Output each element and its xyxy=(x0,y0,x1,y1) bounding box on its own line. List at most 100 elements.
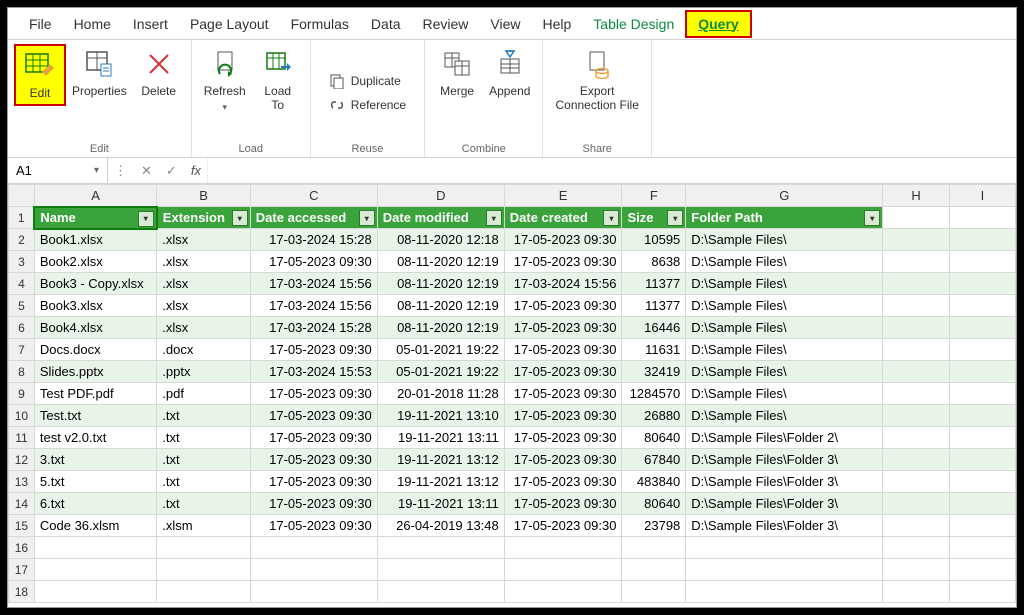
cell[interactable] xyxy=(883,427,950,449)
cell[interactable]: 05-01-2021 19:22 xyxy=(377,361,504,383)
cell[interactable] xyxy=(883,515,950,537)
table-header[interactable]: Folder Path▾ xyxy=(686,207,883,229)
row-header[interactable]: 18 xyxy=(9,581,35,603)
cell[interactable]: 17-05-2023 09:30 xyxy=(504,361,622,383)
cell[interactable] xyxy=(157,581,251,603)
menu-home[interactable]: Home xyxy=(63,12,122,36)
col-F[interactable]: F xyxy=(622,185,686,207)
filter-dropdown-icon[interactable]: ▾ xyxy=(138,211,154,227)
cell[interactable]: 17-03-2024 15:28 xyxy=(250,229,377,251)
table-header[interactable]: Extension▾ xyxy=(157,207,251,229)
cell[interactable] xyxy=(949,581,1015,603)
cell[interactable]: D:\Sample Files\Folder 2\ xyxy=(686,427,883,449)
cell[interactable]: D:\Sample Files\Folder 3\ xyxy=(686,515,883,537)
cell[interactable] xyxy=(622,559,686,581)
cell[interactable]: 17-05-2023 09:30 xyxy=(504,317,622,339)
cell[interactable] xyxy=(949,361,1015,383)
cell[interactable]: .pdf xyxy=(157,383,251,405)
cell[interactable]: 17-05-2023 09:30 xyxy=(250,383,377,405)
col-E[interactable]: E xyxy=(504,185,622,207)
cell[interactable]: .txt xyxy=(157,471,251,493)
cell[interactable] xyxy=(34,559,156,581)
cell[interactable]: .xlsx xyxy=(157,229,251,251)
cell[interactable] xyxy=(686,537,883,559)
cell[interactable]: 80640 xyxy=(622,427,686,449)
filter-dropdown-icon[interactable]: ▾ xyxy=(232,210,248,226)
row-header[interactable]: 11 xyxy=(9,427,35,449)
cell[interactable]: D:\Sample Files\ xyxy=(686,273,883,295)
cell[interactable]: 17-03-2024 15:56 xyxy=(250,273,377,295)
cell[interactable] xyxy=(883,449,950,471)
col-I[interactable]: I xyxy=(949,185,1015,207)
load-to-button[interactable]: Load To xyxy=(252,44,304,116)
cell[interactable]: 17-05-2023 09:30 xyxy=(250,493,377,515)
cell[interactable] xyxy=(883,295,950,317)
row-header[interactable]: 4 xyxy=(9,273,35,295)
cell[interactable]: 17-05-2023 09:30 xyxy=(250,471,377,493)
duplicate-button[interactable]: Duplicate xyxy=(323,70,407,92)
cell[interactable]: 11631 xyxy=(622,339,686,361)
cell[interactable] xyxy=(949,471,1015,493)
cell[interactable] xyxy=(883,383,950,405)
cell[interactable] xyxy=(949,493,1015,515)
cell[interactable]: .txt xyxy=(157,493,251,515)
cell[interactable]: .xlsx xyxy=(157,251,251,273)
cell[interactable] xyxy=(883,273,950,295)
cell[interactable] xyxy=(949,273,1015,295)
cell[interactable]: 19-11-2021 13:12 xyxy=(377,449,504,471)
menu-data[interactable]: Data xyxy=(360,12,412,36)
cell[interactable] xyxy=(34,537,156,559)
row-header[interactable]: 14 xyxy=(9,493,35,515)
filter-dropdown-icon[interactable]: ▾ xyxy=(864,210,880,226)
confirm-icon[interactable]: ✓ xyxy=(162,163,181,179)
row-header[interactable]: 7 xyxy=(9,339,35,361)
cell[interactable] xyxy=(622,537,686,559)
cell[interactable]: 17-05-2023 09:30 xyxy=(504,229,622,251)
cell[interactable] xyxy=(883,537,950,559)
cell[interactable]: Book4.xlsx xyxy=(34,317,156,339)
cell[interactable]: 17-05-2023 09:30 xyxy=(250,427,377,449)
cell[interactable]: 19-11-2021 13:11 xyxy=(377,493,504,515)
menu-insert[interactable]: Insert xyxy=(122,12,179,36)
row-header[interactable]: 10 xyxy=(9,405,35,427)
cancel-icon[interactable]: ✕ xyxy=(137,163,156,179)
cell[interactable] xyxy=(883,317,950,339)
edit-button[interactable]: Edit xyxy=(14,44,66,106)
cell[interactable]: Test.txt xyxy=(34,405,156,427)
cell[interactable]: 17-05-2023 09:30 xyxy=(250,405,377,427)
cell[interactable]: 11377 xyxy=(622,295,686,317)
cell[interactable] xyxy=(949,515,1015,537)
cell[interactable]: 17-03-2024 15:28 xyxy=(250,317,377,339)
cell[interactable]: 32419 xyxy=(622,361,686,383)
cell[interactable]: 80640 xyxy=(622,493,686,515)
select-all[interactable] xyxy=(9,185,35,207)
cell[interactable]: .xlsm xyxy=(157,515,251,537)
cell[interactable]: 08-11-2020 12:19 xyxy=(377,273,504,295)
cell[interactable]: Test PDF.pdf xyxy=(34,383,156,405)
cell[interactable] xyxy=(949,339,1015,361)
cell[interactable]: 23798 xyxy=(622,515,686,537)
row-header[interactable]: 13 xyxy=(9,471,35,493)
row-header[interactable]: 17 xyxy=(9,559,35,581)
cell[interactable]: 17-05-2023 09:30 xyxy=(504,493,622,515)
cell[interactable]: 05-01-2021 19:22 xyxy=(377,339,504,361)
cell[interactable]: 26-04-2019 13:48 xyxy=(377,515,504,537)
cell[interactable]: 19-11-2021 13:11 xyxy=(377,427,504,449)
row-header[interactable]: 9 xyxy=(9,383,35,405)
cell[interactable] xyxy=(377,559,504,581)
cell[interactable]: 26880 xyxy=(622,405,686,427)
cell[interactable] xyxy=(883,405,950,427)
cell[interactable]: 17-05-2023 09:30 xyxy=(250,449,377,471)
menu-query[interactable]: Query xyxy=(685,10,751,38)
cell[interactable]: test v2.0.txt xyxy=(34,427,156,449)
row-header[interactable]: 8 xyxy=(9,361,35,383)
cell[interactable]: 17-05-2023 09:30 xyxy=(504,515,622,537)
col-G[interactable]: G xyxy=(686,185,883,207)
name-box[interactable]: A1 ▾ xyxy=(8,158,108,183)
cell[interactable] xyxy=(949,207,1015,229)
cell[interactable]: .pptx xyxy=(157,361,251,383)
reference-button[interactable]: Reference xyxy=(323,94,412,116)
delete-button[interactable]: Delete xyxy=(133,44,185,102)
cell[interactable] xyxy=(883,229,950,251)
cell[interactable] xyxy=(883,581,950,603)
